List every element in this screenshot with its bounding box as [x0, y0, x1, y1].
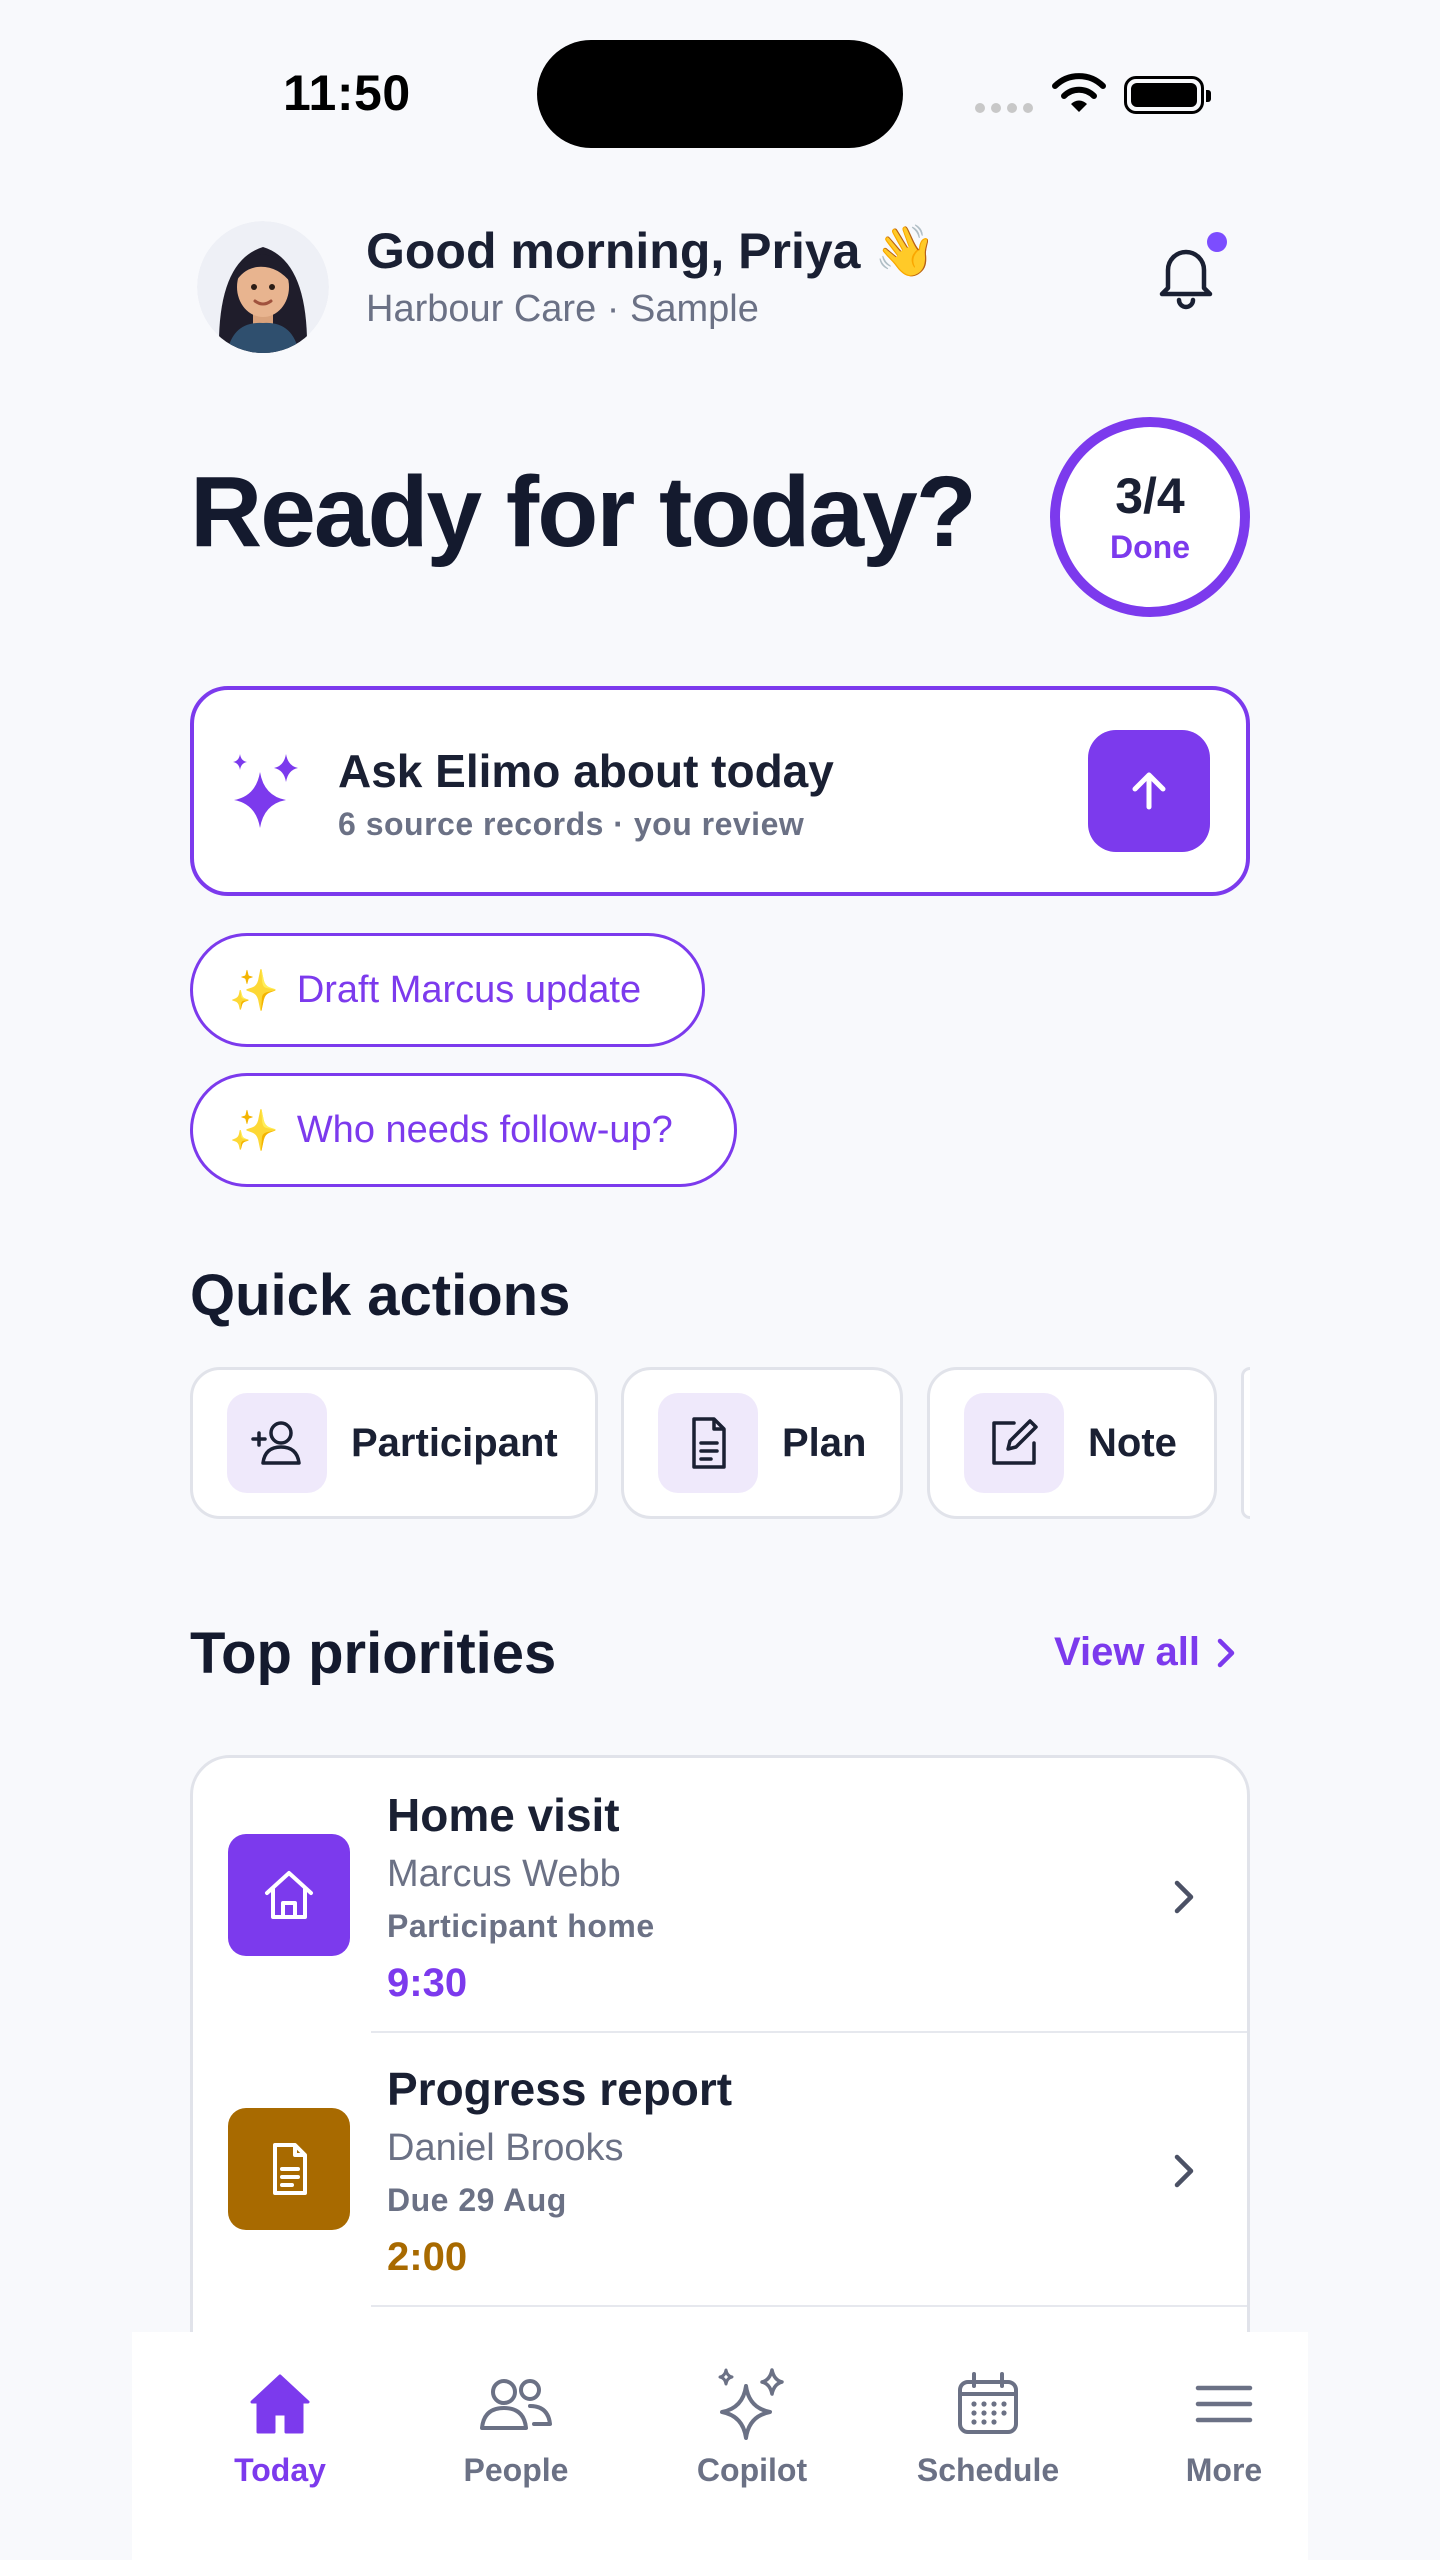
priority-title: Home visit: [387, 1789, 620, 1841]
quick-action-plan[interactable]: Plan: [621, 1367, 903, 1519]
priority-time: 9:30: [387, 1961, 468, 2005]
quick-actions-heading: Quick actions: [190, 1263, 571, 1328]
add-person-icon: [251, 1421, 301, 1465]
progress-value: 3/4: [1115, 468, 1185, 524]
people-icon: [480, 2379, 552, 2430]
suggestion-label: Who needs follow-up?: [296, 1108, 673, 1151]
sparkles-icon: ✨: [229, 968, 279, 1013]
quick-action-participant[interactable]: Participant: [190, 1367, 598, 1519]
notification-dot: [1207, 232, 1227, 252]
quick-action-label: Participant: [351, 1420, 558, 1465]
arrow-up-icon: [1132, 772, 1166, 810]
organisation-label: Harbour Care · Sample: [366, 288, 759, 330]
wifi-icon: [1052, 73, 1106, 112]
tab-bar: Today People Copilot Schedule More: [132, 2332, 1308, 2560]
tab-today[interactable]: Today: [180, 2364, 380, 2489]
quick-action-overflow[interactable]: [1241, 1367, 1250, 1519]
priority-detail: Participant home: [387, 1908, 655, 1944]
priority-title: Progress report: [387, 2063, 733, 2115]
avatar[interactable]: [197, 221, 329, 353]
status-time: 11:50: [283, 65, 411, 121]
priority-item-progress-report[interactable]: Progress report Daniel Brooks Due 29 Aug…: [193, 2032, 1247, 2305]
divider: [371, 2305, 1247, 2307]
tab-label: Schedule: [916, 2452, 1060, 2488]
suggestion-chip-draft-update[interactable]: ✨ Draft Marcus update: [190, 933, 705, 1047]
edit-note-icon: [992, 1419, 1038, 1465]
battery-icon: [1124, 76, 1211, 114]
priority-icon-box: [228, 2108, 350, 2230]
tab-label: People: [463, 2452, 569, 2488]
suggestion-label: Draft Marcus update: [296, 968, 642, 1011]
page-title: Ready for today?: [190, 456, 977, 568]
priority-person: Daniel Brooks: [387, 2127, 624, 2169]
view-all-link[interactable]: View all: [1054, 1630, 1238, 1675]
home-icon: [265, 1871, 313, 1919]
greeting-title: Good morning, Priya 👋: [366, 223, 937, 279]
tab-schedule[interactable]: Schedule: [888, 2364, 1088, 2489]
quick-action-note[interactable]: Note: [927, 1367, 1217, 1519]
quick-action-label: Plan: [782, 1420, 867, 1465]
ask-card-subtitle: 6 source records · you review: [338, 806, 805, 842]
tab-people[interactable]: People: [416, 2364, 616, 2489]
priority-time: 2:00: [387, 2235, 468, 2279]
progress-ring: 3/4 Done: [1050, 417, 1250, 617]
quick-action-label: Note: [1088, 1420, 1177, 1465]
tab-more[interactable]: More: [1124, 2364, 1324, 2489]
chevron-right-icon: [1174, 1880, 1194, 1914]
chevron-right-icon: [1174, 2154, 1194, 2188]
priority-icon-box: [228, 1834, 350, 1956]
tab-label: Today: [234, 2452, 326, 2488]
ask-card-title: Ask Elimo about today: [338, 745, 834, 797]
priorities-heading: Top priorities: [190, 1621, 557, 1686]
sparkles-icon: [233, 754, 298, 828]
tab-copilot[interactable]: Copilot: [652, 2364, 852, 2489]
sparkles-icon: [718, 2368, 784, 2440]
priority-item-home-visit[interactable]: Home visit Marcus Webb Participant home …: [193, 1758, 1247, 2031]
calendar-icon: [958, 2372, 1018, 2434]
progress-label: Done: [1110, 529, 1190, 565]
tab-label: More: [1185, 2452, 1263, 2488]
cellular-signal-icon: [975, 103, 1033, 113]
menu-icon: [1195, 2385, 1253, 2423]
dynamic-island: [537, 40, 903, 148]
priority-detail: Due 29 Aug: [387, 2182, 567, 2218]
chevron-right-icon: [1217, 1638, 1235, 1667]
suggestion-chip-follow-up[interactable]: ✨ Who needs follow-up?: [190, 1073, 737, 1187]
ask-send-button[interactable]: [1088, 730, 1210, 852]
document-icon: [273, 2143, 307, 2195]
priority-person: Marcus Webb: [387, 1853, 621, 1895]
tab-label: Copilot: [696, 2452, 808, 2488]
home-icon: [250, 2374, 310, 2434]
document-icon: [692, 1417, 726, 1469]
sparkles-icon: ✨: [229, 1108, 279, 1153]
view-all-label: View all: [1054, 1630, 1201, 1674]
